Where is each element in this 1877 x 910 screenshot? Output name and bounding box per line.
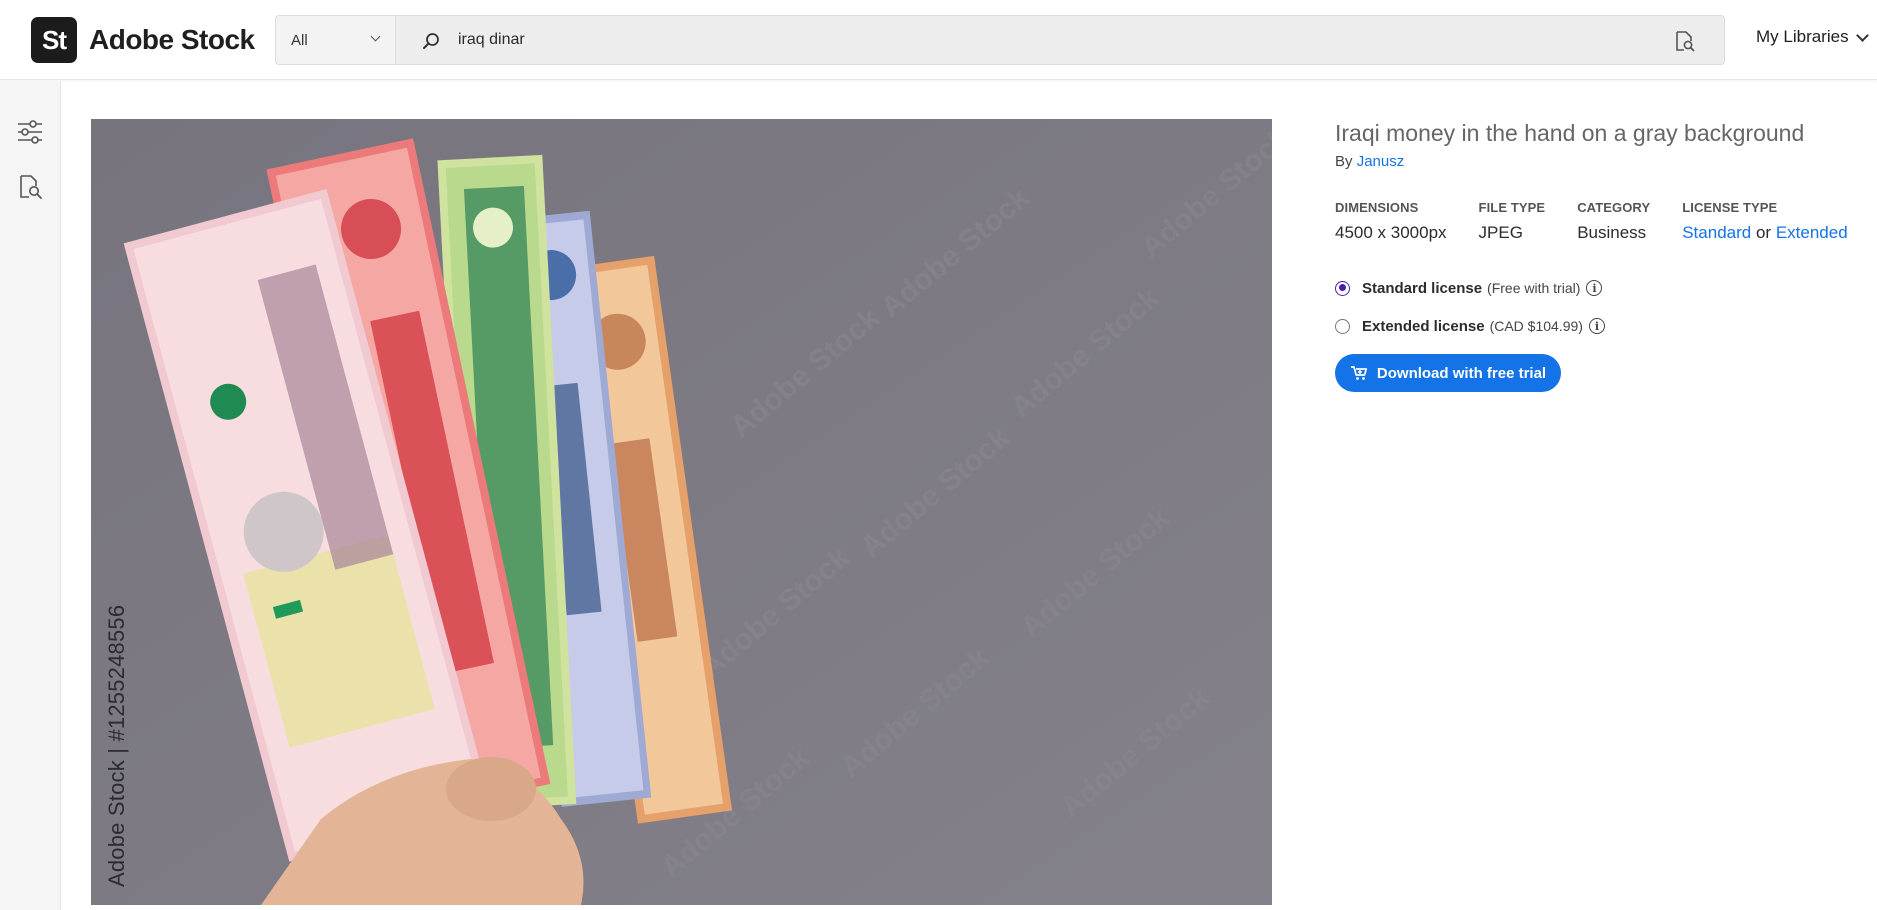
standard-license-price: (Free with trial) xyxy=(1487,280,1581,296)
download-free-trial-button[interactable]: Download with free trial xyxy=(1335,354,1561,392)
standard-license-radio[interactable] xyxy=(1335,280,1350,296)
chevron-down-icon xyxy=(370,31,381,42)
adobe-stock-logo[interactable]: St Adobe Stock xyxy=(31,17,255,63)
license-or-text: or xyxy=(1755,223,1772,242)
author-link[interactable]: Janusz xyxy=(1357,153,1405,170)
search-category-value: All xyxy=(291,31,308,49)
dimensions-value: 4500 x 3000px xyxy=(1335,223,1447,242)
filters-icon[interactable] xyxy=(16,118,44,146)
standard-license-name: Standard license xyxy=(1362,279,1483,297)
license-option-extended[interactable]: Extended license (CAD $104.99) i xyxy=(1335,316,1855,336)
top-header: St Adobe Stock All My Libraries xyxy=(0,0,1877,80)
search-icon[interactable] xyxy=(421,31,441,51)
my-libraries-menu[interactable]: My Libraries xyxy=(1756,27,1869,47)
my-libraries-label: My Libraries xyxy=(1756,27,1849,46)
license-type-field: LICENSE TYPE Standard or Extended xyxy=(1682,200,1847,243)
banknotes-illustration: Adobe Stock Adobe Stock Adobe Stock Adob… xyxy=(91,119,1272,905)
search-box xyxy=(396,16,1724,64)
search-input[interactable] xyxy=(458,16,1628,64)
dimensions-label: DIMENSIONS xyxy=(1335,200,1419,215)
search-bar: All xyxy=(275,15,1725,65)
asset-title: Iraqi money in the hand on a gray backgr… xyxy=(1335,120,1805,146)
license-standard-link[interactable]: Standard xyxy=(1682,223,1751,242)
asset-preview-image[interactable]: Adobe Stock Adobe Stock Adobe Stock Adob… xyxy=(91,119,1272,905)
download-button-label: Download with free trial xyxy=(1376,364,1547,382)
file-type-label: FILE TYPE xyxy=(1478,200,1546,215)
info-icon[interactable]: i xyxy=(1586,280,1603,296)
visual-search-icon[interactable] xyxy=(16,173,44,201)
cart-icon xyxy=(1350,366,1368,380)
logo-mark: St xyxy=(31,17,77,63)
left-rail xyxy=(0,81,61,910)
extended-license-price: (CAD $104.99) xyxy=(1489,318,1583,334)
asset-byline: By Janusz xyxy=(1335,153,1855,170)
license-extended-link[interactable]: Extended xyxy=(1776,223,1848,242)
visual-search-icon[interactable] xyxy=(1672,29,1696,53)
extended-license-radio[interactable] xyxy=(1335,318,1350,334)
license-type-label: LICENSE TYPE xyxy=(1682,200,1778,215)
logo-text: Adobe Stock xyxy=(89,24,255,55)
category-link[interactable]: Business xyxy=(1577,223,1650,243)
stock-id-watermark: Adobe Stock | #1255248556 xyxy=(104,604,129,887)
info-icon[interactable]: i xyxy=(1588,318,1605,334)
license-option-standard[interactable]: Standard license (Free with trial) i xyxy=(1335,278,1855,298)
chevron-down-icon xyxy=(1855,28,1869,42)
category-label: CATEGORY xyxy=(1577,200,1651,215)
file-type-field: FILE TYPE JPEG xyxy=(1479,200,1546,243)
search-category-dropdown[interactable]: All xyxy=(276,16,396,64)
dimensions-field: DIMENSIONS 4500 x 3000px xyxy=(1335,200,1447,243)
asset-details-panel: Iraqi money in the hand on a gray backgr… xyxy=(1335,119,1855,392)
asset-metadata: DIMENSIONS 4500 x 3000px FILE TYPE JPEG … xyxy=(1335,200,1855,243)
extended-license-name: Extended license xyxy=(1362,317,1485,335)
license-type-value: Standard or Extended xyxy=(1682,223,1847,243)
by-label: By xyxy=(1335,153,1353,170)
category-field: CATEGORY Business xyxy=(1577,200,1650,243)
file-type-value: JPEG xyxy=(1478,223,1523,242)
license-options: Standard license (Free with trial) i Ext… xyxy=(1335,278,1855,336)
